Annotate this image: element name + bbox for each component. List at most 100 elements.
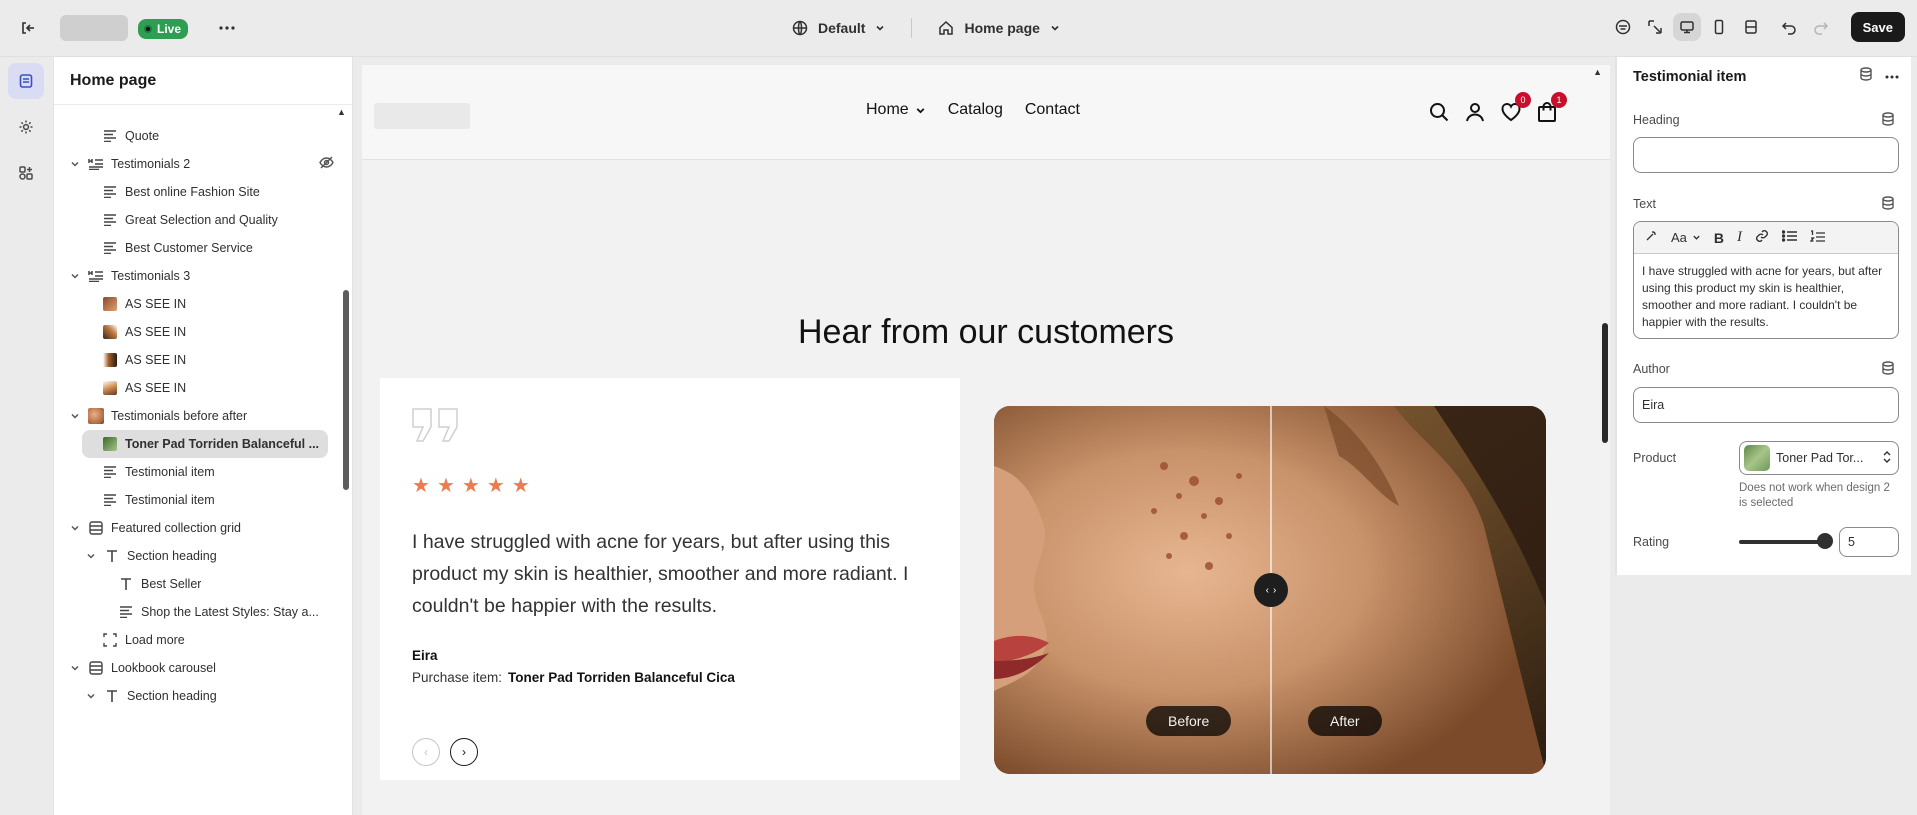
star-icon: ★	[486, 475, 505, 497]
rating-slider-track[interactable]	[1739, 540, 1825, 544]
image-thumbnail-icon	[102, 324, 118, 340]
rating-stars: ★ ★ ★ ★ ★	[412, 476, 530, 496]
product-field-label: Product	[1633, 451, 1677, 465]
tree-item-toner-pad-selected[interactable]: Toner Pad Torriden Balanceful ...	[82, 430, 328, 458]
eye-hidden-icon[interactable]	[319, 156, 334, 172]
bold-icon[interactable]: B	[1714, 230, 1724, 246]
tree-item-testimonials-3[interactable]: Testimonials 3	[68, 262, 338, 290]
link-icon[interactable]	[1755, 229, 1769, 246]
product-thumbnail-icon	[102, 436, 118, 452]
testimonial-author: Eira	[412, 648, 438, 663]
dynamic-source-icon[interactable]	[1881, 112, 1895, 129]
tree-item-best-customer-service[interactable]: Best Customer Service	[102, 234, 352, 262]
tree-item-testimonial-item[interactable]: Testimonial item	[102, 486, 352, 514]
rich-text-content[interactable]: I have struggled with acne for years, bu…	[1634, 254, 1898, 338]
desktop-view-icon[interactable]	[1672, 13, 1701, 41]
sensei-ai-icon[interactable]	[1609, 13, 1637, 41]
chevron-down-icon[interactable]	[68, 157, 82, 171]
tree-item-lookbook-carousel[interactable]: Lookbook carousel	[68, 654, 338, 682]
sidebar-title: Home page	[54, 57, 352, 105]
mobile-view-icon[interactable]	[1705, 13, 1733, 41]
wishlist-heart-icon[interactable]: 0	[1500, 92, 1531, 123]
rating-number-input[interactable]: 5	[1839, 527, 1899, 557]
rich-text-editor[interactable]: Aa B I I have struggled with acne for ye…	[1633, 221, 1899, 339]
before-after-image-slider[interactable]: ‹ › Before After	[994, 406, 1546, 774]
testimonial-text: I have struggled with acne for years, bu…	[412, 531, 909, 617]
tree-item-testimonials-2[interactable]: Testimonials 2	[68, 150, 352, 178]
tree-item-featured-collection-grid[interactable]: Featured collection grid	[68, 514, 338, 542]
grid-section-icon	[88, 520, 104, 536]
theme-selector[interactable]: Default	[780, 20, 897, 36]
chevron-down-icon[interactable]	[68, 521, 82, 535]
tree-item-section-heading[interactable]: Section heading	[84, 542, 352, 570]
heading-input[interactable]	[1633, 137, 1899, 173]
tree-item-load-more[interactable]: Load more	[102, 626, 352, 654]
redo-icon[interactable]	[1807, 13, 1835, 41]
chevron-down-icon[interactable]	[84, 689, 98, 703]
tree-item-as-see-in[interactable]: AS SEE IN	[102, 318, 352, 346]
more-actions-icon[interactable]	[211, 12, 243, 44]
chevron-down-icon[interactable]	[68, 269, 82, 283]
chevron-down-icon[interactable]	[68, 661, 82, 675]
dynamic-source-icon[interactable]	[1859, 67, 1873, 84]
ai-generate-icon[interactable]	[1644, 229, 1658, 246]
font-size-icon[interactable]: Aa	[1671, 230, 1701, 245]
apps-icon[interactable]	[8, 155, 44, 191]
nav-contact[interactable]: Contact	[1025, 101, 1080, 119]
testimonials-section-title: Hear from our customers	[798, 313, 1174, 351]
bullet-list-icon[interactable]	[1781, 230, 1798, 245]
slider-drag-handle-icon[interactable]: ‹ ›	[1254, 573, 1288, 607]
account-icon[interactable]	[1464, 101, 1486, 123]
star-icon: ★	[511, 475, 530, 497]
chevron-down-icon[interactable]	[68, 409, 82, 423]
chevron-down-icon	[1051, 25, 1059, 31]
sidebar-scrollbar[interactable]	[343, 290, 349, 490]
exit-icon[interactable]	[12, 12, 44, 44]
page-selector[interactable]: Home page	[926, 20, 1071, 36]
tree-item-great-selection[interactable]: Great Selection and Quality	[102, 206, 352, 234]
scroll-up-arrow-icon[interactable]: ▲	[337, 107, 346, 117]
preview-scroll-up-icon[interactable]: ▲	[1593, 67, 1602, 77]
sections-icon[interactable]	[8, 63, 44, 99]
next-arrow-icon[interactable]: ›	[450, 738, 478, 766]
author-input[interactable]: Eira	[1633, 387, 1899, 423]
fullwidth-view-icon[interactable]	[1737, 13, 1765, 41]
tree-item-best-online-fashion-site[interactable]: Best online Fashion Site	[102, 178, 352, 206]
previous-arrow-icon[interactable]: ‹	[412, 738, 440, 766]
dynamic-source-icon[interactable]	[1881, 361, 1895, 378]
undo-icon[interactable]	[1775, 13, 1803, 41]
store-logo[interactable]	[374, 103, 470, 129]
numbered-list-icon[interactable]	[1809, 229, 1826, 246]
tree-item-as-see-in[interactable]: AS SEE IN	[102, 346, 352, 374]
italic-icon[interactable]: I	[1737, 229, 1742, 246]
sections-sidebar: Home page Quote Testimonials 2 Best onli…	[53, 57, 353, 815]
tree-item-shop-latest-styles[interactable]: Shop the Latest Styles: Stay a...	[118, 598, 338, 626]
more-options-icon[interactable]	[1885, 67, 1899, 84]
rating-slider-handle[interactable]	[1817, 533, 1833, 549]
tree-item-as-see-in[interactable]: AS SEE IN	[102, 290, 352, 318]
tree-item-section-heading[interactable]: Section heading	[84, 682, 352, 710]
store-header: Home Catalog Contact 0 1	[362, 65, 1610, 160]
nav-catalog[interactable]: Catalog	[948, 101, 1003, 119]
dynamic-source-icon[interactable]	[1881, 196, 1895, 213]
tree-item-quote[interactable]: Quote	[102, 122, 352, 150]
testimonial-card[interactable]: ★ ★ ★ ★ ★ I have struggled with acne for yea…	[380, 378, 960, 780]
nav-home[interactable]: Home	[866, 101, 926, 119]
tree-item-testimonials-before-after[interactable]: Testimonials before after	[68, 402, 338, 430]
cart-bag-icon[interactable]: 1	[1536, 92, 1567, 123]
theme-settings-gear-icon[interactable]	[8, 109, 44, 145]
inspector-icon[interactable]	[1641, 13, 1669, 41]
save-button[interactable]: Save	[1850, 12, 1905, 42]
tree-item-best-seller[interactable]: Best Seller	[118, 570, 352, 598]
chevron-down-icon[interactable]	[84, 549, 98, 563]
after-label: After	[1308, 706, 1382, 736]
search-icon[interactable]	[1428, 101, 1450, 123]
settings-title: Testimonial item	[1633, 69, 1747, 85]
purchase-item-product[interactable]: Toner Pad Torriden Balanceful Cica	[508, 670, 735, 685]
status-dot-icon	[144, 25, 152, 33]
tree-item-as-see-in[interactable]: AS SEE IN	[102, 374, 352, 402]
text-type-icon	[104, 688, 120, 704]
tree-item-testimonial-item[interactable]: Testimonial item	[102, 458, 352, 486]
grid-section-icon	[88, 660, 104, 676]
product-picker[interactable]: Toner Pad Tor...	[1739, 441, 1899, 475]
